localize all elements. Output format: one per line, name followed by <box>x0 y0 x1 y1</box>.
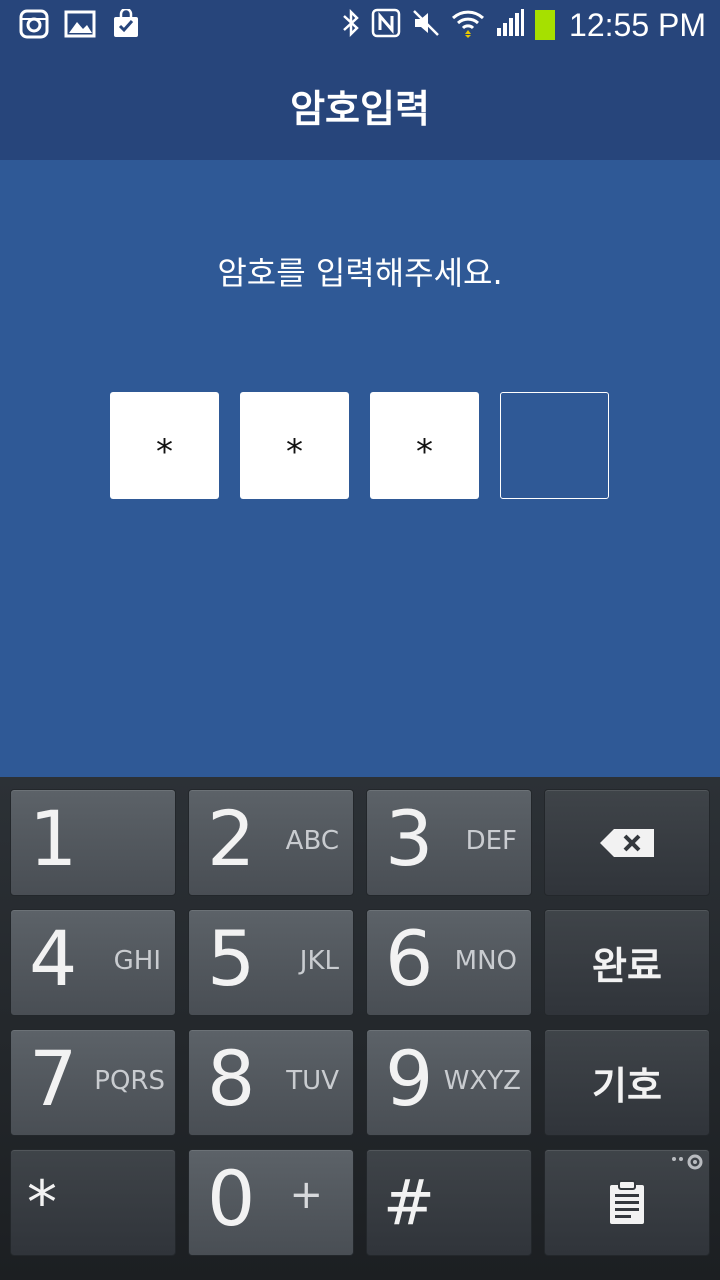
clipboard-button[interactable] <box>544 1149 710 1256</box>
pin-digit-4[interactable] <box>500 392 609 499</box>
bluetooth-icon <box>341 8 361 42</box>
key-4[interactable]: 4 GHI <box>10 909 176 1016</box>
gallery-icon <box>64 9 96 39</box>
instagram-icon <box>18 9 50 39</box>
mute-icon <box>411 8 441 42</box>
pin-digit-3[interactable]: * <box>370 392 479 499</box>
key-star[interactable]: * <box>10 1149 176 1256</box>
nfc-icon <box>371 8 401 42</box>
status-left-icons <box>18 9 142 39</box>
key-8[interactable]: 8 TUV <box>188 1029 354 1136</box>
key-0[interactable]: 0 + <box>188 1149 354 1256</box>
key-hash[interactable]: # <box>366 1149 532 1256</box>
done-button[interactable]: 완료 <box>544 909 710 1016</box>
settings-gear-icon <box>671 1152 705 1176</box>
key-1[interactable]: 1 <box>10 789 176 896</box>
battery-icon <box>535 10 556 40</box>
key-5[interactable]: 5 JKL <box>188 909 354 1016</box>
key-9[interactable]: 9 WXYZ <box>366 1029 532 1136</box>
symbol-button[interactable]: 기호 <box>544 1029 710 1136</box>
key-7[interactable]: 7 PQRS <box>10 1029 176 1136</box>
pin-digit-1[interactable]: * <box>110 392 219 499</box>
numeric-keypad: 1 2 ABC 3 DEF 4 GHI 5 JKL 6 MNO 완료 7 PQR… <box>0 777 720 1280</box>
wifi-icon <box>451 8 485 42</box>
password-prompt: 암호를 입력해주세요. <box>217 254 503 292</box>
backspace-icon <box>545 790 709 895</box>
title-bar: 암호입력 <box>0 50 720 160</box>
status-bar: 12:55 PM <box>0 0 720 50</box>
key-6[interactable]: 6 MNO <box>366 909 532 1016</box>
key-2[interactable]: 2 ABC <box>188 789 354 896</box>
signal-icon <box>495 8 525 42</box>
backspace-button[interactable] <box>544 789 710 896</box>
shopping-bag-icon <box>110 9 142 39</box>
key-3[interactable]: 3 DEF <box>366 789 532 896</box>
pin-input[interactable]: * * * <box>110 392 609 499</box>
pin-digit-2[interactable]: * <box>240 392 349 499</box>
page-title: 암호입력 <box>290 86 430 131</box>
status-right-icons: 12:55 PM <box>341 5 706 45</box>
status-time: 12:55 PM <box>569 6 706 43</box>
